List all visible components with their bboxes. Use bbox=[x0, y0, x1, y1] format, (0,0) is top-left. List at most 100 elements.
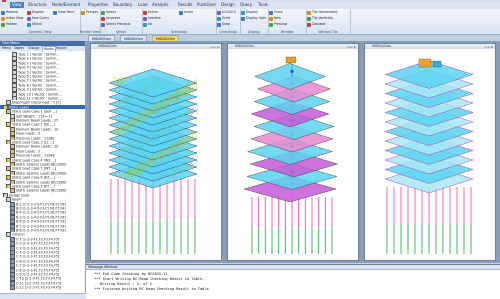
tab-report[interactable]: Report bbox=[56, 46, 67, 51]
ucs-gcs-icon[interactable] bbox=[217, 10, 221, 15]
menu-pushover[interactable]: PushOver bbox=[197, 2, 216, 8]
tile-vertically-button[interactable]: Tile Vertically bbox=[312, 16, 333, 20]
close-button[interactable]: Close bbox=[274, 10, 283, 14]
close-icon[interactable] bbox=[269, 10, 273, 15]
fast-query-icon[interactable] bbox=[27, 16, 31, 21]
load-arrow-icon: ↓ bbox=[146, 141, 149, 145]
menu-load[interactable]: Load bbox=[138, 2, 148, 8]
previous-button[interactable]: Previous bbox=[274, 22, 287, 26]
load-arrow-icon: ↓ bbox=[133, 124, 136, 128]
ribbon-group-label: Dynamic View bbox=[28, 30, 52, 34]
ribbon-group-label: Activation bbox=[171, 30, 187, 34]
grids-button[interactable]: Grids bbox=[222, 16, 230, 20]
menu-structure[interactable]: Structure bbox=[28, 2, 47, 8]
all-button[interactable]: All bbox=[148, 22, 152, 26]
display-button[interactable]: Display bbox=[246, 10, 258, 14]
model-view-2-canvas[interactable] bbox=[228, 49, 358, 260]
previous-icon[interactable] bbox=[269, 22, 273, 27]
select-icon[interactable] bbox=[101, 10, 105, 15]
load-arrow-icon: ↓ bbox=[196, 111, 199, 115]
ribbon: Dynamic View Redraw Initial View Hidden Disp… bbox=[0, 9, 500, 35]
message-window: Message Window *** End Code Checking by … bbox=[86, 264, 500, 299]
load-arrow-icon: ↓ bbox=[139, 170, 142, 174]
snap-button[interactable]: Snap bbox=[222, 22, 230, 26]
load-arrow-icon: ↓ bbox=[115, 134, 118, 138]
menu-query[interactable]: Query bbox=[240, 2, 252, 8]
unselect-button[interactable]: Unselect bbox=[106, 16, 120, 20]
tile-horizontally-icon[interactable] bbox=[307, 10, 311, 15]
invert-icon[interactable] bbox=[179, 10, 183, 15]
load-arrow-icon: ↓ bbox=[189, 140, 192, 144]
model-view-3[interactable]: MIDAS/Gen ▫ ▫ ✕ bbox=[364, 43, 496, 261]
menu-bar: View Structure Node/Element Properties Bound… bbox=[0, 2, 500, 9]
hidden-icon[interactable] bbox=[1, 22, 5, 27]
ribbon-group-label: Window bbox=[280, 30, 294, 34]
menu-tools[interactable]: Tools bbox=[258, 2, 268, 8]
menu-properties[interactable]: Properties bbox=[88, 2, 108, 8]
redraw-icon[interactable] bbox=[1, 10, 5, 15]
load-arrow-icon: ↓ bbox=[142, 93, 145, 97]
ribbon-group-grids-snap: Grids/Snap UCS/GCS Grids Snap bbox=[216, 9, 241, 34]
select-previous-icon[interactable] bbox=[101, 22, 105, 27]
active-button[interactable]: Active bbox=[148, 10, 158, 14]
select-button[interactable]: Select bbox=[106, 10, 116, 14]
ribbon-group-window-tile: Window Tile Tile Horizontally Tile Vertica… bbox=[306, 9, 351, 34]
works-tree: Type 1 [ Vector : Symm... Type 2 [ Vector… bbox=[0, 52, 85, 296]
load-arrow-icon: ↓ bbox=[132, 99, 135, 103]
view-point-button[interactable]: View Point bbox=[58, 10, 75, 14]
tile-horizontally-button[interactable]: Tile Horizontally bbox=[312, 10, 338, 14]
model-view-1[interactable]: MIDAS/Gen ▫ ▫ ✕ ↓ ↓ ↓ ↓ ↓ ↓ ↓ ↓ ↓ ↓ ↓ ↓ ↓ ↓ ↓ ↓ ↓ ↓ ↓ ↓ ↓ ↓ ↓ ↓ ↓… bbox=[90, 43, 222, 261]
shrink-button[interactable]: Shrink bbox=[32, 22, 42, 26]
perspective-icon[interactable] bbox=[81, 10, 85, 15]
new-icon[interactable] bbox=[269, 16, 273, 21]
load-arrow-icon: ↓ bbox=[176, 123, 179, 127]
load-arrow-icon: ↓ bbox=[156, 135, 159, 139]
initial-view-icon[interactable] bbox=[1, 16, 5, 21]
tab-menu[interactable]: Menu bbox=[2, 46, 11, 51]
menu-analysis[interactable]: Analysis bbox=[152, 2, 168, 8]
load-arrow-icon: ↓ bbox=[164, 175, 167, 179]
model-view-3-canvas[interactable] bbox=[365, 49, 495, 260]
tab-groups[interactable]: Groups bbox=[28, 46, 39, 51]
snap-icon[interactable] bbox=[217, 22, 221, 27]
invert-button[interactable]: Invert bbox=[184, 10, 193, 14]
display-button[interactable]: Display bbox=[32, 10, 44, 14]
inactive-icon[interactable] bbox=[143, 16, 147, 21]
tree-item[interactable]: C-12 [1-2-3-F1.F2.F3.F4.F5] bbox=[0, 285, 85, 290]
grids-icon[interactable] bbox=[217, 16, 221, 21]
model-view-2[interactable]: MIDAS/Gen ▫ ▫ ✕ bbox=[227, 43, 359, 261]
ucs-gcs-button[interactable]: UCS/GCS bbox=[222, 10, 236, 14]
tile-vertically-icon[interactable] bbox=[307, 16, 311, 21]
redraw-button[interactable]: Redraw bbox=[6, 10, 18, 14]
inactive-button[interactable]: Inactive bbox=[148, 16, 161, 20]
menu-boundary[interactable]: Boundary bbox=[113, 2, 132, 8]
cascade-button[interactable]: Cascade bbox=[312, 22, 326, 26]
tab-tables[interactable]: Tables bbox=[14, 46, 24, 51]
display-icon[interactable] bbox=[241, 10, 245, 15]
fast-query-button[interactable]: Fast Query bbox=[32, 16, 49, 20]
load-arrow-icon: ↓ bbox=[159, 158, 162, 162]
shrink-icon[interactable] bbox=[27, 22, 31, 27]
view-point-icon[interactable] bbox=[53, 10, 57, 15]
load-arrow-icon: ↓ bbox=[129, 76, 132, 80]
load-arrow-icon: ↓ bbox=[119, 82, 122, 86]
display-option-icon[interactable] bbox=[241, 16, 245, 21]
model-view-1-canvas[interactable]: ↓ ↓ ↓ ↓ ↓ ↓ ↓ ↓ ↓ ↓ ↓ ↓ ↓ ↓ ↓ ↓ ↓ ↓ ↓ ↓ ↓ ↓ ↓ ↓ ↓ ↓ ↓ ↓ ↓ ↓ ↓ ↓ ↓ ↓ ↓ ↓ ↓ ↓ ↓ ↓… bbox=[91, 49, 221, 260]
menu-design[interactable]: Design bbox=[221, 2, 235, 8]
unselect-icon[interactable] bbox=[101, 16, 105, 21]
menu-results[interactable]: Results bbox=[178, 2, 192, 8]
active-icon[interactable] bbox=[143, 10, 147, 15]
hidden-button[interactable]: Hidden bbox=[6, 22, 17, 26]
initial-view-button[interactable]: Initial View bbox=[6, 16, 23, 20]
menu-view[interactable]: View bbox=[10, 2, 24, 8]
perspective-button[interactable]: Perspective bbox=[86, 10, 98, 14]
display-icon[interactable] bbox=[27, 10, 31, 15]
all-icon[interactable] bbox=[143, 22, 147, 27]
cascade-icon[interactable] bbox=[307, 22, 311, 27]
load-arrow-icon: ↓ bbox=[113, 84, 116, 88]
menu-node-element[interactable]: Node/Element bbox=[52, 2, 80, 8]
display-option-button[interactable]: Display Option bbox=[246, 16, 266, 20]
select-previous-button[interactable]: Select Previous bbox=[106, 22, 130, 26]
new-button[interactable]: New bbox=[274, 16, 281, 20]
load-arrow-icon: ↓ bbox=[149, 164, 152, 168]
